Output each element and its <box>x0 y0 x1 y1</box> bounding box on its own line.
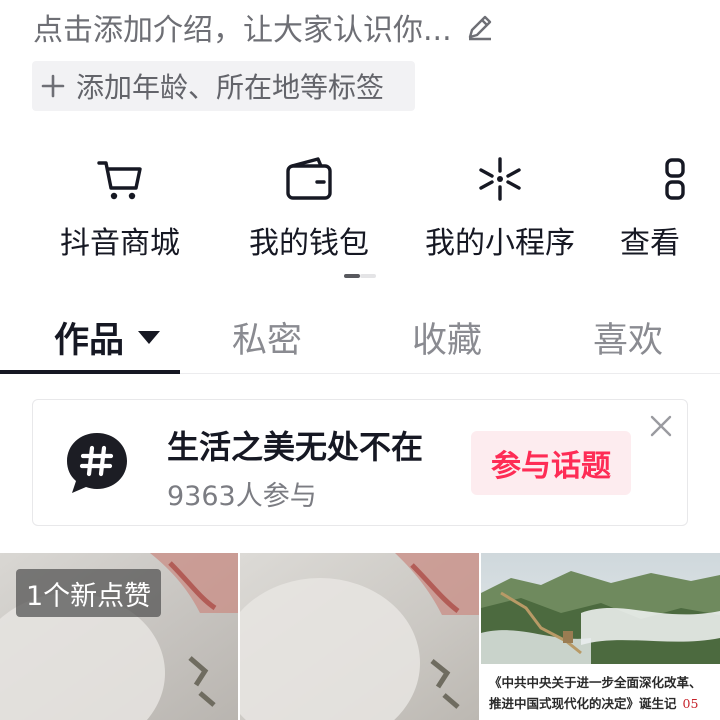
service-shortcuts: 抖音商城 我的钱包 我的小程序 查看 <box>0 150 720 265</box>
edit-pencil-icon[interactable] <box>466 13 494 41</box>
video-thumbnail[interactable] <box>240 553 479 720</box>
news-page-number: 05 <box>682 696 699 711</box>
profile-intro[interactable]: 点击添加介绍，让大家认识你... <box>33 6 494 48</box>
hashtag-icon <box>65 431 129 497</box>
service-wallet[interactable]: 我的钱包 <box>240 150 378 265</box>
cart-icon <box>95 154 145 204</box>
active-tab-indicator <box>0 370 180 374</box>
join-topic-button[interactable]: 参与话题 <box>471 431 631 495</box>
tab-likes[interactable]: 喜欢 <box>593 312 663 363</box>
tab-label: 作品 <box>54 321 125 361</box>
service-label: 抖音商城 <box>60 226 180 261</box>
video-grid: 1个新点赞 《中共中央关于进一步全面深化改革、推进中国式现代化的决定》诞生记 0… <box>0 553 720 720</box>
topic-card[interactable]: 生活之美无处不在 9363人参与 参与话题 <box>32 399 688 526</box>
video-thumbnail[interactable]: 《中共中央关于进一步全面深化改革、推进中国式现代化的决定》诞生记 05 <box>481 553 720 720</box>
news-caption-text: 《中共中央关于进一步全面深化改革、推进中国式现代化的决定》诞生记 <box>489 675 702 711</box>
tab-works[interactable]: 作品 <box>54 312 161 363</box>
service-label: 我的小程序 <box>425 226 575 261</box>
caret-down-icon <box>138 331 161 344</box>
tab-favorites[interactable]: 收藏 <box>412 312 482 363</box>
page-indicator-inactive <box>360 274 376 278</box>
topic-participant-count: 9363人参与 <box>167 481 317 512</box>
page-indicator <box>344 274 376 278</box>
page-indicator-active <box>344 274 360 278</box>
add-tags-label: 添加年龄、所在地等标签 <box>76 71 385 104</box>
new-likes-badge: 1个新点赞 <box>16 569 162 617</box>
service-label: 我的钱包 <box>249 226 369 261</box>
profile-tabs: 作品 私密 收藏 喜欢 <box>0 296 720 374</box>
service-view[interactable]: 查看 <box>620 150 720 265</box>
add-tags-button[interactable]: 添加年龄、所在地等标签 <box>32 61 415 111</box>
plus-icon <box>40 73 66 99</box>
service-label: 查看 <box>620 226 680 261</box>
news-caption-band: 《中共中央关于进一步全面深化改革、推进中国式现代化的决定》诞生记 05 <box>481 664 720 720</box>
mini-program-icon <box>475 154 525 204</box>
wallet-icon <box>284 154 334 204</box>
video-thumbnail[interactable]: 1个新点赞 <box>0 553 238 720</box>
view-icon <box>655 154 695 204</box>
close-icon[interactable] <box>649 414 673 438</box>
video-cover-image <box>240 553 479 720</box>
service-douyin-mall[interactable]: 抖音商城 <box>52 150 188 265</box>
service-mini-programs[interactable]: 我的小程序 <box>414 150 586 265</box>
intro-placeholder: 点击添加介绍，让大家认识你... <box>33 13 452 48</box>
news-caption: 《中共中央关于进一步全面深化改革、推进中国式现代化的决定》诞生记 05 <box>489 672 713 714</box>
topic-title: 生活之美无处不在 <box>167 428 424 466</box>
tab-private[interactable]: 私密 <box>232 312 302 363</box>
